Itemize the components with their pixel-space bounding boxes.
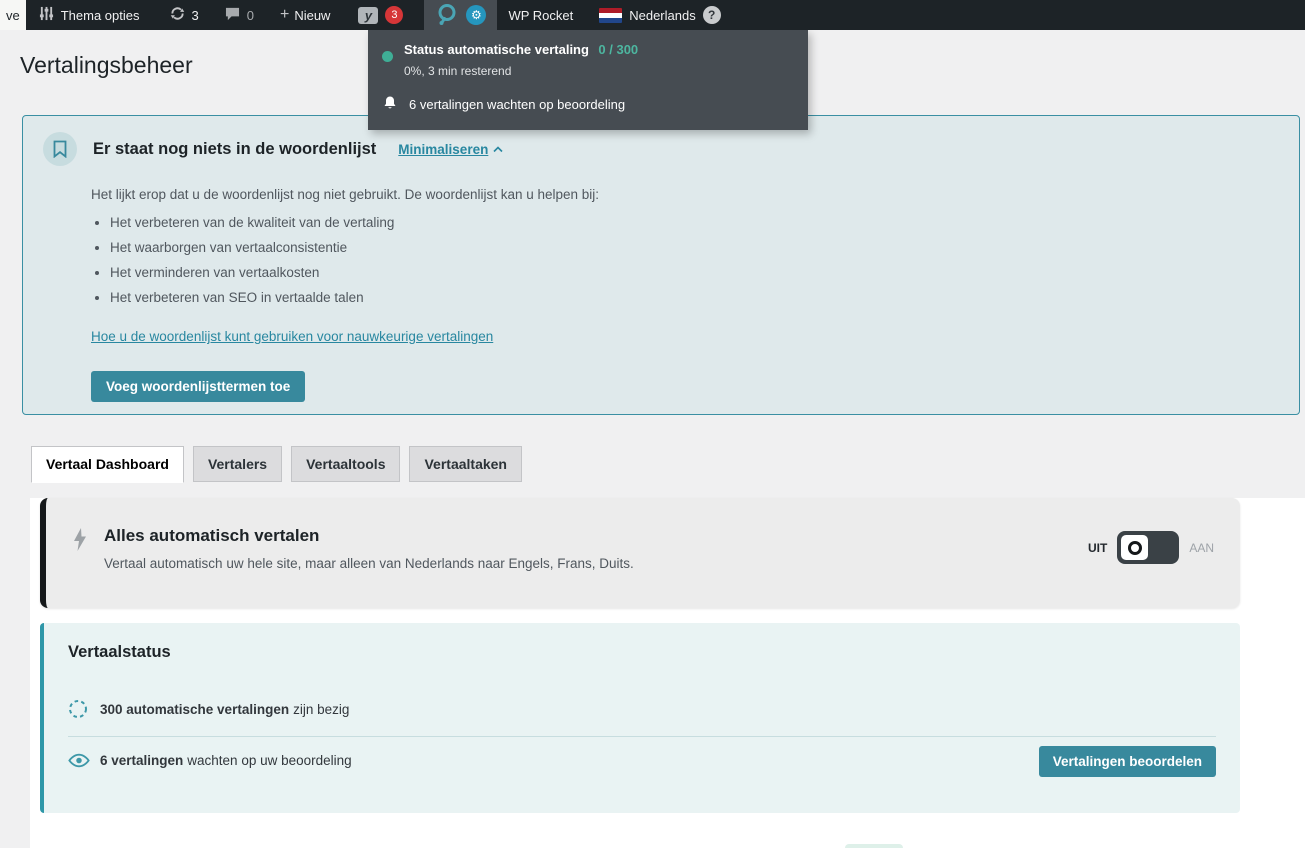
auto-translate-title: Alles automatisch vertalen — [104, 526, 320, 545]
ate-review-row[interactable]: 6 vertalingen wachten op beoordeling — [382, 95, 792, 114]
wpml-ate-icon — [435, 2, 459, 29]
eye-icon — [68, 753, 90, 768]
auto-translate-box: Alles automatisch vertalen Vertaal autom… — [40, 498, 1240, 608]
adminbar-comments[interactable]: 0 — [216, 0, 263, 30]
update-icon — [170, 6, 185, 24]
plus-icon: + — [279, 6, 290, 23]
adminbar-wp-rocket[interactable]: WP Rocket — [499, 0, 582, 30]
tab-vertaaltools[interactable]: Vertaaltools — [291, 446, 401, 482]
new-label: Nieuw — [294, 7, 331, 23]
toggle-knob — [1121, 535, 1149, 560]
minimize-link[interactable]: Minimaliseren — [398, 142, 503, 157]
wp-rocket-label: WP Rocket — [508, 7, 574, 23]
lightning-icon — [72, 528, 92, 608]
theme-options-label: Thema opties — [60, 7, 140, 23]
review-row: 6 vertalingen wachten op uw beoordeling … — [68, 746, 1216, 777]
glossary-title: Er staat nog niets in de woordenlijst — [93, 139, 377, 158]
review-text: wachten op uw beoordeling — [187, 753, 352, 768]
partial-element-bottom — [845, 844, 903, 848]
chevron-up-icon — [493, 145, 503, 152]
adminbar-language[interactable]: Nederlands ? — [590, 0, 730, 30]
in-progress-text: zijn bezig — [293, 701, 350, 717]
review-translations-button[interactable]: Vertalingen beoordelen — [1038, 746, 1216, 777]
translation-status-box: Vertaalstatus 300 automatische vertaling… — [40, 623, 1240, 813]
list-item: Het verbeteren van SEO in vertaalde tale… — [110, 290, 1275, 305]
in-progress-count: 300 automatische vertalingen — [100, 701, 290, 717]
netherlands-flag-icon — [599, 7, 623, 23]
wpml-status-dropdown: Status automatische vertaling 0 / 300 0%… — [368, 30, 808, 130]
glossary-intro: Het lijkt erop dat u de woordenlijst nog… — [91, 187, 600, 202]
yoast-notification-badge: 3 — [385, 6, 404, 24]
glossary-header: Er staat nog niets in de woordenlijst Mi… — [43, 132, 1275, 166]
adminbar-wpml-status[interactable]: ⚙ — [424, 0, 498, 30]
toggle-on-label: AAN — [1189, 540, 1214, 555]
wpml-translation-management-screen: ve Thema opties 3 0 + Nieuw y 3 ⚙ WP Roc… — [0, 0, 1305, 848]
glossary-notice: Er staat nog niets in de woordenlijst Mi… — [22, 115, 1300, 415]
comment-bubble-icon — [225, 7, 240, 24]
yoast-seo-icon: y — [358, 6, 379, 24]
list-item: Het verbeteren van de kwaliteit van de v… — [110, 215, 1275, 230]
glossary-benefits-list: Het verbeteren van de kwaliteit van de v… — [110, 215, 1275, 305]
adminbar-theme-options[interactable]: Thema opties — [30, 0, 149, 30]
tab-vertaal-dashboard[interactable]: Vertaal Dashboard — [31, 446, 184, 483]
comments-count: 0 — [246, 7, 254, 23]
tab-vertalers[interactable]: Vertalers — [192, 446, 283, 482]
ate-status-row[interactable]: Status automatische vertaling 0 / 300 0%… — [382, 41, 792, 78]
gear-icon: ⚙ — [466, 5, 487, 25]
spinner-icon — [68, 699, 90, 719]
auto-translate-description: Vertaal automatisch uw hele site, maar a… — [104, 556, 634, 571]
adminbar-yoast[interactable]: y 3 — [349, 0, 412, 30]
minimize-label: Minimaliseren — [398, 141, 489, 157]
tab-bar: Vertaal Dashboard Vertalers Vertaaltools… — [31, 446, 1305, 483]
ate-review-notice: 6 vertalingen wachten op beoordeling — [409, 97, 626, 112]
adminbar-new[interactable]: + Nieuw — [271, 0, 339, 30]
tab-vertaaltaken[interactable]: Vertaaltaken — [409, 446, 522, 482]
glossary-body: Het lijkt erop dat u de woordenlijst nog… — [91, 187, 1275, 402]
dashboard-panel: Alles automatisch vertalen Vertaal autom… — [30, 498, 1305, 848]
ate-status-title: Status automatische vertaling — [404, 42, 589, 57]
translation-status-title: Vertaalstatus — [68, 643, 171, 661]
partial-live-button[interactable]: ve — [0, 0, 26, 30]
updates-count: 3 — [191, 7, 199, 23]
ate-status-progress: 0 / 300 — [598, 42, 639, 57]
glossary-docs-link[interactable]: Hoe u de woordenlijst kunt gebruiken voo… — [91, 329, 493, 344]
list-item: Het waarborgen van vertaalconsistentie — [110, 240, 1275, 255]
ate-status-texts: Status automatische vertaling 0 / 300 0%… — [404, 41, 638, 78]
auto-translate-toggle-group: UIT AAN — [1088, 531, 1214, 564]
in-progress-row: 300 automatische vertalingen zijn bezig — [68, 699, 1216, 719]
bell-icon — [382, 95, 398, 114]
list-item: Het verminderen van vertaalkosten — [110, 265, 1275, 280]
review-count: 6 vertalingen — [100, 753, 184, 768]
add-glossary-terms-button[interactable]: Voeg woordenlijsttermen toe — [91, 371, 306, 402]
toggle-knob-circle-icon — [1127, 540, 1142, 555]
auto-translate-texts: Alles automatisch vertalen Vertaal autom… — [104, 526, 634, 608]
toggle-off-label: UIT — [1087, 540, 1108, 555]
admin-bar: ve Thema opties 3 0 + Nieuw y 3 ⚙ WP Roc… — [0, 0, 1305, 30]
sliders-icon — [39, 6, 54, 24]
language-label: Nederlands — [629, 7, 696, 23]
divider — [68, 736, 1216, 737]
auto-translate-toggle[interactable] — [1117, 531, 1180, 564]
help-icon[interactable]: ? — [702, 6, 721, 24]
ate-status-detail: 0%, 3 min resterend — [404, 64, 512, 78]
adminbar-updates[interactable]: 3 — [161, 0, 208, 30]
bookmark-icon — [43, 132, 77, 166]
status-dot-icon — [382, 51, 393, 62]
